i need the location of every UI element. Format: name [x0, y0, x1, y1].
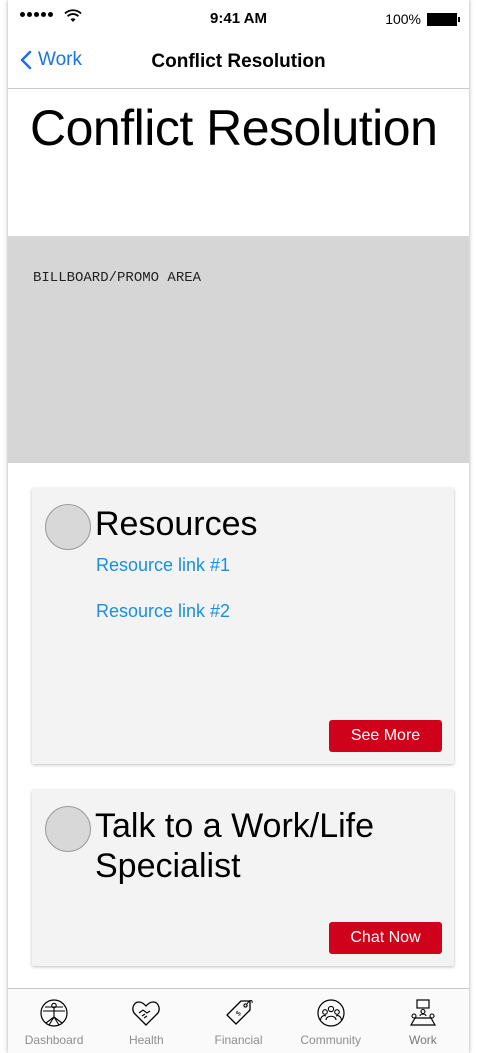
resources-title: Resources [95, 505, 258, 543]
people-circle-icon [317, 999, 345, 1027]
navigation-bar: Work Conflict Resolution [8, 40, 469, 89]
svg-text:$: $ [234, 1009, 243, 1018]
tab-bar: Dashboard Health $ Financial Community W… [8, 988, 469, 1053]
tab-label: Health [128, 1033, 164, 1047]
talk-card-title: Talk to a Work/Life Specialist [95, 807, 375, 885]
billboard-promo-area[interactable]: BILLBOARD/PROMO AREA [8, 236, 469, 463]
tab-financial[interactable]: $ Financial [192, 989, 284, 1053]
nav-title: Conflict Resolution [151, 51, 326, 72]
battery-icon [427, 13, 460, 26]
tab-label: Financial [214, 1033, 263, 1047]
battery-percentage: 100% [385, 11, 421, 27]
tab-label: Dashboard [24, 1033, 84, 1047]
resource-link-1[interactable]: Resource link #1 [96, 555, 230, 576]
tab-community[interactable]: Community [285, 989, 377, 1053]
card-icon-placeholder [45, 806, 91, 852]
chat-now-button[interactable]: Chat Now [329, 922, 442, 954]
tab-label: Community [300, 1033, 362, 1047]
page-title: Conflict Resolution [30, 100, 438, 156]
vitruvian-man-icon [40, 999, 68, 1027]
chevron-left-icon [20, 50, 32, 70]
back-button[interactable]: Work [20, 49, 82, 71]
tab-label: Work [409, 1033, 437, 1047]
back-label: Work [38, 49, 82, 70]
tab-dashboard[interactable]: Dashboard [8, 989, 100, 1053]
tab-work[interactable]: Work [377, 989, 469, 1053]
heart-handshake-icon [132, 1001, 161, 1026]
talk-to-specialist-card: Talk to a Work/Life Specialist Chat Now [32, 790, 454, 966]
see-more-button[interactable]: See More [329, 720, 442, 752]
price-tag-icon: $ [225, 1000, 253, 1025]
card-icon-placeholder [45, 504, 91, 550]
resources-card: Resources Resource link #1 Resource link… [32, 488, 454, 764]
tab-health[interactable]: Health [100, 989, 192, 1053]
phone-screen: 9:41 AM 100% Work Conflict Resolution Co… [8, 0, 469, 1053]
resource-link-2[interactable]: Resource link #2 [96, 601, 230, 622]
status-bar: 9:41 AM 100% [8, 0, 469, 40]
billboard-label: BILLBOARD/PROMO AREA [33, 270, 202, 286]
meeting-table-icon [409, 999, 436, 1026]
